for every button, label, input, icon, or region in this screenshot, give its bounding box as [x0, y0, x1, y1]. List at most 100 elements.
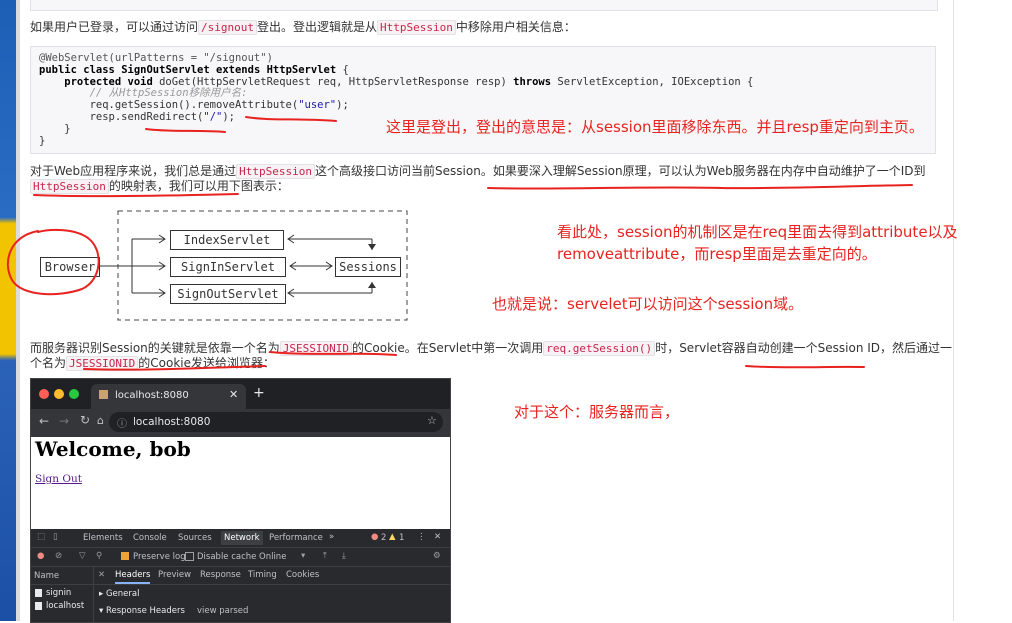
gear-icon[interactable]: ⚙	[433, 551, 441, 561]
text: 个名为	[30, 356, 67, 370]
response-headers-label: Response Headers	[105, 606, 185, 616]
left-edge-window-strip	[0, 0, 16, 621]
content-right-border	[953, 0, 954, 621]
export-icon[interactable]: ⤓	[342, 551, 346, 561]
detail-tab-response[interactable]: Response	[200, 570, 241, 580]
reload-icon[interactable]: ↻	[80, 413, 90, 427]
annotation-note-mechanism-line2: removeattribute，而resp里面是去重定向的。	[557, 245, 877, 263]
diagram-browser-box: Browser	[40, 257, 100, 277]
code-class-name: SignOutServlet	[121, 63, 210, 76]
general-section-toggle[interactable]: ▸ General	[99, 589, 139, 599]
text: 的Cookie。在Servlet中第一次调用	[352, 341, 544, 355]
text: 如果用户已登录，可以通过访问	[30, 20, 199, 34]
forward-arrow-icon[interactable]: →	[59, 414, 69, 428]
info-icon[interactable]: ⓘ	[117, 415, 127, 430]
text: 这个高级接口访问当前Session。如果要深入理解Session原理，可以认为W…	[315, 164, 926, 178]
diagram-signoutservlet-box: SignOutServlet	[170, 284, 286, 304]
bookmark-star-icon[interactable]: ☆	[427, 414, 437, 427]
favicon-icon	[99, 390, 108, 399]
general-label: General	[105, 589, 140, 599]
inline-code-signout: /signout	[198, 20, 257, 35]
detail-tab-timing[interactable]: Timing	[248, 570, 277, 580]
code-text: );	[222, 110, 235, 123]
browser-tab[interactable]: localhost:8080 ✕	[91, 384, 246, 409]
detail-tab-headers[interactable]: Headers	[115, 568, 151, 584]
kebab-menu-icon[interactable]: ⋮	[417, 532, 426, 542]
code-keyword: protected void	[39, 75, 160, 88]
devtools-tab-network[interactable]: Network	[221, 531, 263, 545]
back-arrow-icon[interactable]: ←	[39, 414, 49, 428]
paragraph-signout-intro: 如果用户已登录，可以通过访问/signout 登出。登出逻辑就是从 HttpSess…	[30, 19, 576, 36]
disable-cache-checkbox[interactable]	[185, 552, 194, 561]
new-tab-icon[interactable]: +	[253, 385, 265, 401]
inline-code-jsessionid: JSESSIONID	[66, 356, 139, 371]
url-field[interactable]: ⓘ localhost:8080 ☆	[109, 412, 443, 432]
close-detail-icon[interactable]: ✕	[98, 570, 105, 580]
devtools-tab-performance[interactable]: Performance	[269, 533, 323, 543]
browser-tab-bar: localhost:8080 ✕ +	[31, 379, 450, 409]
preserve-log-label: Preserve log	[133, 552, 186, 562]
request-row-localhost[interactable]: localhost	[46, 601, 84, 611]
url-text: localhost:8080	[133, 416, 211, 428]
code-keyword: public class	[39, 63, 122, 76]
code-text: {	[336, 63, 349, 76]
annotation-note-session-domain: 也就是说：servelet可以访问这个session域。	[492, 295, 804, 313]
disable-cache-label: Disable cache	[197, 552, 257, 562]
warning-count: 1	[399, 533, 405, 543]
text: 登出。登出逻辑就是从	[257, 20, 378, 34]
devtools-panel: ⬚ ▯ Elements Console Sources Network Per…	[31, 529, 450, 622]
paragraph-jsessionid-cont: 个名为 JSESSIONID 的Cookie发送给浏览器：	[30, 355, 275, 372]
code-comment: // 从HttpSession移除用户名:	[39, 87, 248, 100]
code-string: "user"	[298, 99, 337, 112]
devtools-tab-console[interactable]: Console	[133, 533, 167, 543]
preserve-log-checkbox[interactable]	[121, 552, 129, 560]
text: 的Cookie发送给浏览器：	[138, 356, 275, 370]
devtools-tab-row: ⬚ ▯ Elements Console Sources Network Per…	[31, 529, 450, 548]
code-text: );	[336, 99, 349, 112]
close-window-icon[interactable]	[39, 389, 49, 399]
devtools-more-tabs[interactable]: »	[329, 532, 334, 542]
detail-tab-preview[interactable]: Preview	[158, 570, 191, 580]
clear-icon[interactable]: ⊘	[55, 551, 62, 561]
record-icon[interactable]: ●	[37, 551, 44, 561]
annotation-note-signout: 这里是登出，登出的意思是：从session里面移除东西。并且resp重定向到主页…	[386, 118, 924, 136]
network-toolbar: ● ⊘ ▽ ⚲ Preserve log Disable cache Onlin…	[31, 548, 450, 567]
browser-address-bar: ← → ↻ ⌂ ⓘ localhost:8080 ☆	[31, 409, 450, 437]
search-icon[interactable]: ⚲	[96, 551, 102, 561]
device-toggle-icon[interactable]: ▯	[53, 532, 58, 542]
diagram-indexservlet-box: IndexServlet	[170, 230, 284, 250]
devtools-tab-elements[interactable]: Elements	[83, 533, 123, 543]
maximize-window-icon[interactable]	[69, 389, 79, 399]
view-parsed-link[interactable]: view parsed	[197, 606, 248, 616]
inspect-icon[interactable]: ⬚	[37, 532, 45, 542]
inline-code-httpsession: HttpSession	[236, 164, 316, 179]
text: 中移除用户相关信息：	[455, 20, 576, 34]
throttle-select[interactable]: Online	[259, 552, 286, 562]
code-line: }	[39, 122, 71, 135]
code-line: @WebServlet(urlPatterns = "/signout")	[39, 52, 273, 64]
chevron-down-icon: ▾	[301, 551, 306, 561]
close-devtools-icon[interactable]: ✕	[434, 532, 441, 542]
sign-out-link[interactable]: Sign Out	[35, 473, 82, 485]
import-icon[interactable]: ⤒	[323, 551, 327, 561]
error-icon: ●	[371, 532, 379, 542]
detail-tab-cookies[interactable]: Cookies	[286, 570, 319, 580]
code-string: "/"	[203, 110, 223, 123]
devtools-tab-sources[interactable]: Sources	[178, 533, 212, 543]
code-text: req.getSession().removeAttribute(	[39, 99, 299, 112]
home-icon[interactable]: ⌂	[97, 414, 104, 427]
annotation-note-mechanism-line1: 看此处，session的机制区是在req里面去得到attribute以及	[557, 223, 958, 241]
tab-title: localhost:8080	[115, 390, 189, 401]
response-headers-toggle[interactable]: ▾ Response Headers	[99, 606, 185, 616]
request-row-signin[interactable]: signin	[46, 588, 71, 598]
filter-icon[interactable]: ▽	[79, 551, 86, 561]
name-column-header: Name	[34, 571, 60, 581]
inline-code-httpsession: HttpSession	[30, 179, 109, 194]
inline-code-getsession: req.getSession()	[543, 341, 656, 356]
minimize-window-icon[interactable]	[54, 389, 64, 399]
request-list: Name signin localhost	[31, 567, 94, 622]
text: 时，Servlet容器自动创建一个Session ID，然后通过一	[655, 341, 953, 355]
close-tab-icon[interactable]: ✕	[229, 388, 238, 401]
code-text: resp.sendRedirect(	[39, 110, 204, 123]
inline-code-jsessionid: JSESSIONID	[279, 341, 353, 356]
